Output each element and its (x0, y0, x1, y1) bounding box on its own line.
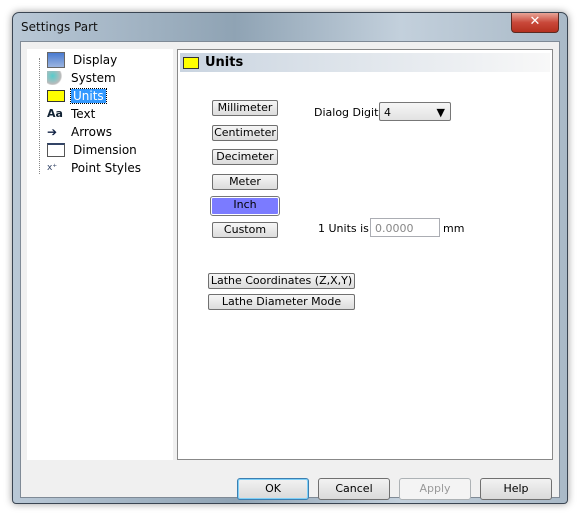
display-icon (47, 52, 65, 68)
tree-item-label: Dimension (73, 143, 137, 157)
panel-header: Units (180, 53, 550, 72)
tree-item-dimension[interactable]: Dimension (47, 141, 139, 159)
units-is-label: 1 Units is (318, 222, 369, 235)
window-title: Settings Part (21, 20, 98, 34)
tree-item-label: Display (73, 53, 118, 67)
settings-tree: Display System Units Aa Text ➔ Arrows Dime… (27, 49, 173, 460)
units-panel: Units Millimeter Centimeter Decimeter Me… (177, 49, 553, 460)
ruler-icon (183, 56, 199, 69)
chevron-down-icon: ▼ (436, 106, 445, 119)
meter-button[interactable]: Meter (212, 174, 278, 190)
tree-item-label: Point Styles (71, 161, 142, 175)
tree-item-display[interactable]: Display (47, 51, 119, 69)
ok-button[interactable]: OK (237, 478, 309, 500)
decimeter-button[interactable]: Decimeter (212, 149, 278, 165)
units-suffix: mm (443, 222, 465, 235)
close-button[interactable]: ✕ (511, 13, 559, 33)
lathe-coordinates-button[interactable]: Lathe Coordinates (Z,X,Y) (208, 273, 355, 289)
custom-button[interactable]: Custom (212, 222, 278, 238)
tree-item-label: System (71, 71, 116, 85)
inch-button[interactable]: Inch (210, 196, 280, 216)
lathe-diameter-button[interactable]: Lathe Diameter Mode (208, 294, 355, 310)
tree-item-system[interactable]: System (47, 69, 118, 87)
settings-window: Settings Part ✕ Display System Units Aa T… (12, 12, 568, 504)
tree-item-units[interactable]: Units (47, 87, 107, 105)
dialog-digits-label: Dialog Digits (314, 106, 385, 119)
panel-title: Units (205, 55, 244, 70)
tree-item-text[interactable]: Aa Text (47, 105, 97, 123)
point-styles-icon: x⁺ (47, 163, 58, 173)
dialog-client: Display System Units Aa Text ➔ Arrows Dime… (20, 41, 560, 500)
arrow-icon: ➔ (47, 125, 58, 139)
tree-item-point-styles[interactable]: x⁺ Point Styles (47, 159, 143, 177)
text-aa-icon: Aa (47, 107, 63, 120)
cancel-button[interactable]: Cancel (318, 478, 390, 500)
units-is-input[interactable]: 0.0000 (370, 218, 440, 237)
tree-item-label: Text (71, 107, 96, 121)
ruler-icon (47, 90, 65, 102)
dimension-icon (47, 143, 65, 157)
close-icon: ✕ (529, 14, 541, 29)
apply-button[interactable]: Apply (399, 478, 471, 500)
help-button[interactable]: Help (480, 478, 552, 500)
dialog-digits-value: 4 (384, 106, 391, 119)
tree-item-arrows[interactable]: ➔ Arrows (47, 123, 114, 141)
system-icon (47, 71, 63, 85)
centimeter-button[interactable]: Centimeter (212, 125, 278, 141)
millimeter-button[interactable]: Millimeter (212, 100, 278, 116)
tree-item-label: Arrows (71, 125, 113, 139)
tree-item-label: Units (70, 88, 107, 104)
dialog-digits-select[interactable]: 4 ▼ (379, 102, 451, 121)
